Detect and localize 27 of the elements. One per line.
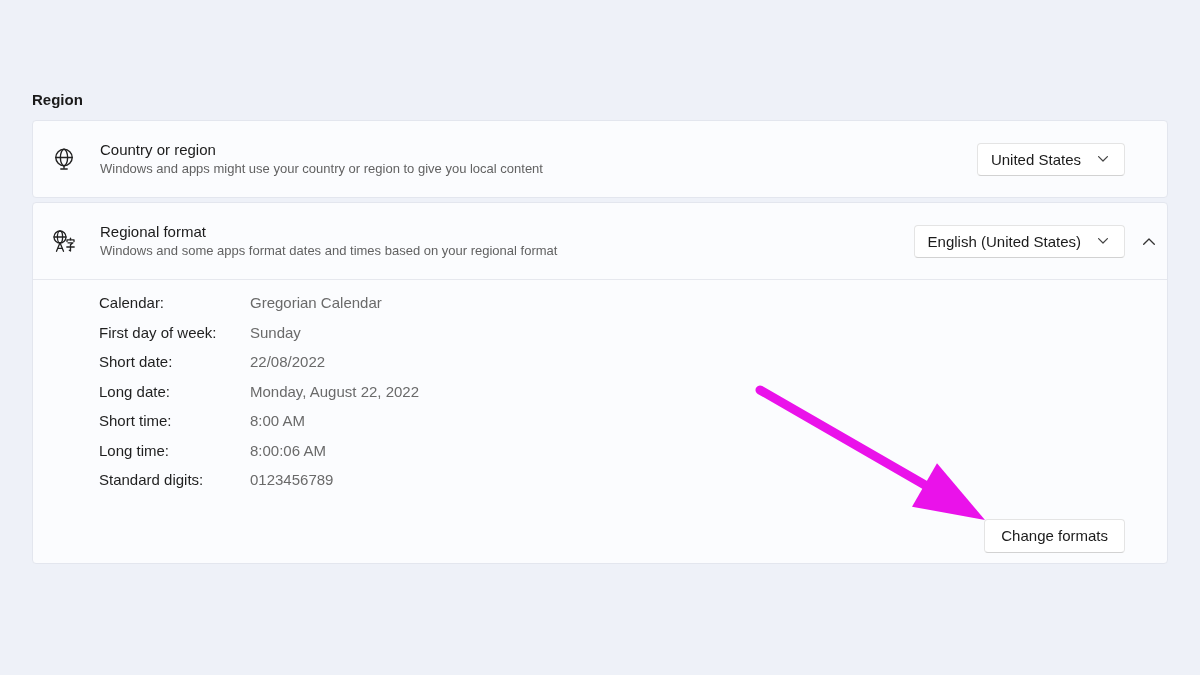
detail-label: Calendar: xyxy=(99,294,166,312)
detail-value: 8:00:06 AM xyxy=(250,441,326,459)
format-dropdown[interactable]: English (United States) xyxy=(913,224,1125,258)
country-dropdown[interactable]: United States xyxy=(976,142,1125,176)
detail-label: First day of week: xyxy=(99,323,218,341)
detail-label: Long time: xyxy=(99,441,171,459)
detail-label: Long date: xyxy=(99,382,171,400)
detail-label: Short time: xyxy=(99,412,173,430)
chevron-up-icon xyxy=(1143,237,1155,245)
detail-value: Monday, August 22, 2022 xyxy=(250,382,419,400)
detail-value: 8:00 AM xyxy=(250,412,306,430)
chevron-down-icon xyxy=(1098,238,1108,244)
detail-value: 0123456789 xyxy=(250,471,334,489)
setting-title: Regional format xyxy=(100,222,206,242)
chevron-down-icon xyxy=(1098,156,1108,162)
change-formats-button[interactable]: Change formats xyxy=(984,518,1125,553)
setting-title: Country or region xyxy=(100,140,216,160)
detail-label: Short date: xyxy=(99,353,174,371)
section-title: Region xyxy=(32,90,83,110)
detail-value: Sunday xyxy=(250,323,301,341)
setting-description: Windows and some apps format dates and times based on your regional format xyxy=(100,242,558,260)
setting-description: Windows and apps might use your country or region to give you local content xyxy=(100,160,543,178)
language-icon xyxy=(53,230,75,252)
detail-label: Standard digits: xyxy=(99,471,205,489)
detail-value: Gregorian Calendar xyxy=(250,294,382,312)
globe-icon xyxy=(53,148,75,170)
detail-value: 22/08/2022 xyxy=(250,353,326,371)
